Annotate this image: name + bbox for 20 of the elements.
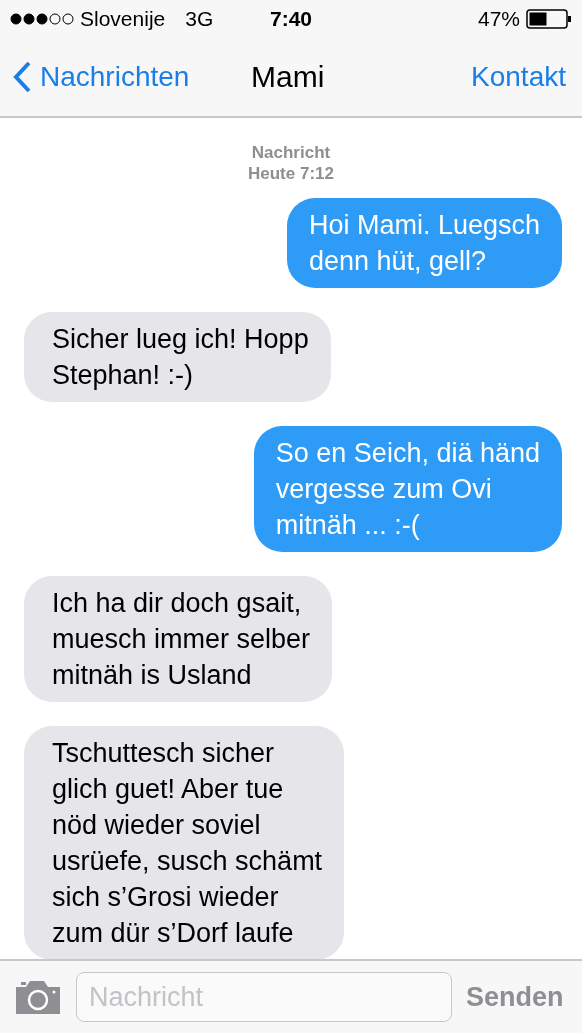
- status-time: 7:40: [270, 7, 313, 31]
- carrier-name: Slovenije: [80, 7, 166, 31]
- signal-icon: [10, 13, 74, 25]
- message-bubble: Sicher lueg ich! Hopp Stephan! :-): [24, 312, 331, 402]
- contact-button[interactable]: Kontakt: [471, 61, 566, 93]
- message-bubble: Ich ha dir doch gsait, muesch immer selber mitnäh is Usland: [24, 576, 333, 702]
- timestamp-label: Nachricht: [251, 142, 331, 163]
- conversation-title: Mami: [251, 60, 325, 94]
- message-bubble: Hoi Mami. Luegsch denn hüt, gell?: [286, 198, 562, 288]
- battery-percent: 47%: [477, 7, 520, 31]
- timestamp-time: Heute 7:12: [248, 163, 334, 184]
- send-button[interactable]: Senden: [466, 981, 564, 1013]
- chevron-left-icon: [12, 60, 32, 94]
- network-type: 3G: [185, 7, 214, 31]
- message-bubble: So en Seich, diä händ vergesse zum Ovi mitnäh ... :-(: [253, 426, 562, 552]
- battery-icon: [526, 9, 572, 29]
- camera-icon[interactable]: [14, 979, 62, 1015]
- back-button[interactable]: Nachrichten: [12, 60, 190, 94]
- message-field[interactable]: Nachricht: [76, 972, 452, 1022]
- message-bubble: Tschuttesch sicher glich guet! Aber tue nöd wieder soviel usrüefe, susch schämt sich s’Grosi wieder zum dür s’Dorf laufe: [24, 726, 345, 959]
